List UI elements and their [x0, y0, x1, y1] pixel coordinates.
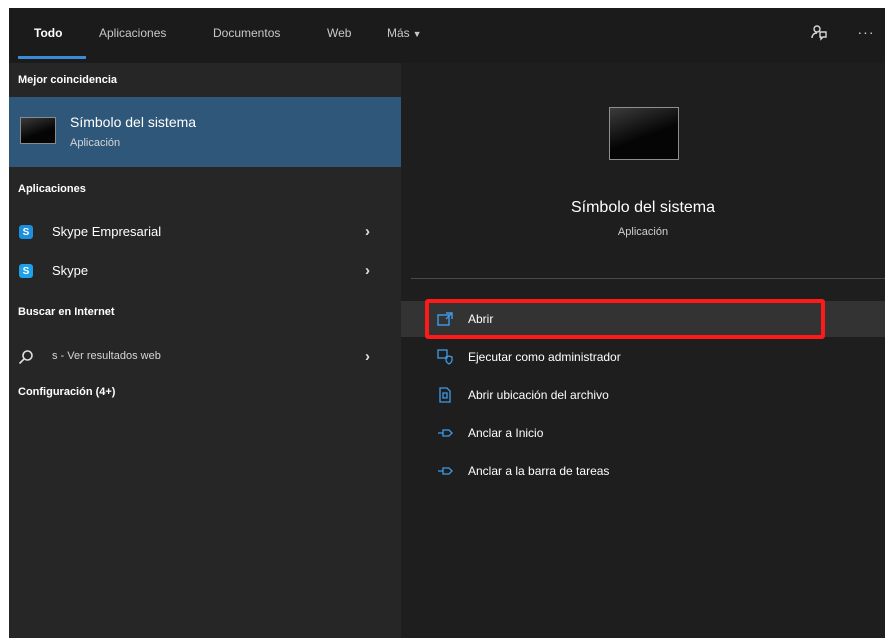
file-location-icon: [437, 387, 453, 403]
web-results-label: s - Ver resultados web: [52, 350, 161, 362]
skype-business-icon: S: [18, 224, 34, 240]
caret-down-icon: ▼: [412, 29, 422, 39]
active-tab-indicator: [18, 56, 86, 59]
web-search-header: Buscar en Internet: [18, 306, 115, 318]
action-run-as-admin[interactable]: Ejecutar como administrador: [401, 339, 885, 375]
tab-more-label: Más: [387, 26, 410, 40]
preview-panel: Símbolo del sistema Aplicación Abrir Eje…: [401, 63, 885, 638]
tab-web[interactable]: Web: [327, 26, 351, 40]
command-prompt-large-icon: [609, 107, 679, 160]
action-label: Anclar a Inicio: [468, 426, 544, 440]
best-match-title: Símbolo del sistema: [70, 114, 197, 130]
more-options-icon[interactable]: ···: [854, 20, 878, 44]
search-icon: [18, 349, 34, 365]
feedback-icon[interactable]: [807, 20, 831, 44]
list-item-label: Skype Empresarial: [52, 224, 162, 239]
tab-apps[interactable]: Aplicaciones: [99, 26, 166, 40]
best-match-item[interactable]: Símbolo del sistema Aplicación: [9, 97, 401, 167]
action-pin-to-taskbar[interactable]: Anclar a la barra de tareas: [401, 453, 885, 489]
open-icon: [437, 311, 453, 327]
preview-subtitle: Aplicación: [617, 226, 669, 238]
action-open[interactable]: Abrir: [401, 301, 885, 337]
results-panel: Mejor coincidencia Símbolo del sistema A…: [9, 63, 401, 638]
action-pin-to-start[interactable]: Anclar a Inicio: [401, 415, 885, 451]
run-as-admin-icon: [437, 349, 453, 365]
action-label: Abrir: [468, 312, 494, 326]
divider: [411, 278, 885, 279]
list-item-label: Skype: [52, 263, 89, 278]
chevron-right-icon[interactable]: ›: [365, 223, 370, 240]
best-match-subtitle: Aplicación: [70, 137, 121, 149]
command-prompt-icon: [20, 117, 56, 144]
action-label: Ejecutar como administrador: [468, 350, 621, 364]
best-match-header: Mejor coincidencia: [18, 74, 118, 86]
action-open-file-location[interactable]: Abrir ubicación del archivo: [401, 377, 885, 413]
list-item-skype-business[interactable]: S Skype Empresarial ›: [9, 213, 401, 251]
list-item-skype[interactable]: S Skype ›: [9, 252, 401, 290]
action-label: Anclar a la barra de tareas: [468, 464, 610, 478]
list-item-web-results[interactable]: s - Ver resultados web ›: [9, 338, 401, 376]
action-label: Abrir ubicación del archivo: [468, 388, 609, 402]
pin-taskbar-icon: [437, 463, 453, 479]
settings-header[interactable]: Configuración (4+): [18, 386, 115, 398]
chevron-right-icon[interactable]: ›: [365, 262, 370, 279]
search-window: Todo Aplicaciones Documentos Web Más ▼ ··…: [9, 8, 885, 638]
tab-more[interactable]: Más ▼: [387, 26, 422, 40]
apps-header: Aplicaciones: [18, 183, 86, 195]
tab-all[interactable]: Todo: [34, 26, 62, 40]
search-tabs-bar: Todo Aplicaciones Documentos Web Más ▼ ··…: [9, 8, 885, 63]
skype-icon: S: [18, 263, 34, 279]
pin-icon: [437, 425, 453, 441]
chevron-right-icon[interactable]: ›: [365, 348, 370, 365]
tab-documents[interactable]: Documentos: [213, 26, 280, 40]
preview-title: Símbolo del sistema: [570, 199, 716, 216]
